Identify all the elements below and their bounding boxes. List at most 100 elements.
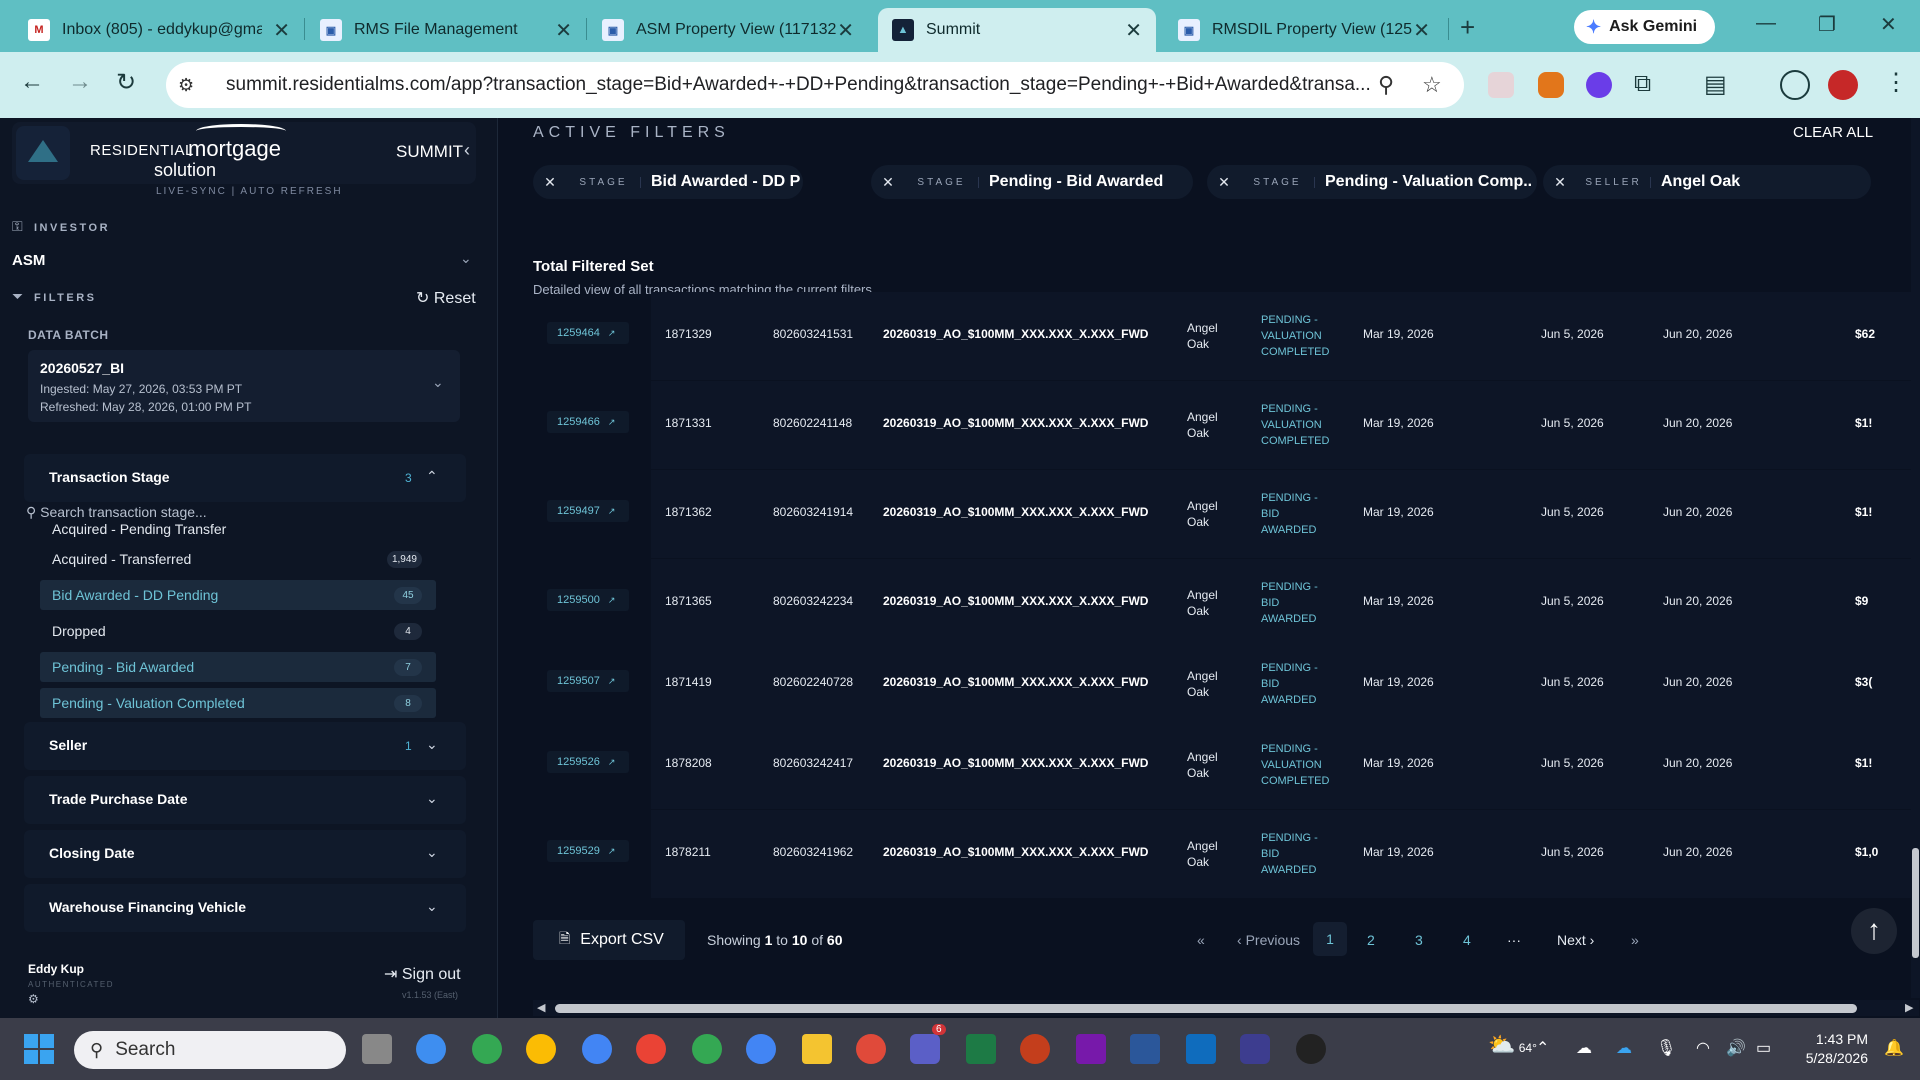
close-tab-icon[interactable]: ✕ <box>273 18 290 43</box>
table-row[interactable]: 1259500 ↗ 1871365 802603242234 20260319_AO_$… <box>533 559 1920 649</box>
transaction-id-link[interactable]: 1259464 ↗ <box>547 322 629 344</box>
transaction-id-link[interactable]: 1259529 ↗ <box>547 840 629 862</box>
next-page-button[interactable]: Next › <box>1557 932 1594 948</box>
export-csv-button[interactable]: 🗎 Export CSV <box>533 920 685 960</box>
taskbar-search[interactable]: ⚲ Search <box>74 1031 346 1069</box>
page-3-button[interactable]: 3 <box>1415 932 1423 948</box>
scrollbar-thumb[interactable] <box>555 1004 1857 1013</box>
close-tab-icon[interactable]: ✕ <box>837 18 854 43</box>
tab-search-icon[interactable]: ▤ <box>1704 70 1727 99</box>
chevron-down-icon[interactable]: ⌄ <box>426 844 438 861</box>
stage-item-acquired-transferred[interactable]: Acquired - Transferred 1,949 <box>40 544 436 574</box>
forward-icon[interactable]: → <box>68 68 92 96</box>
table-row[interactable]: 1259526 ↗ 1878208 802603242417 20260319_AO_$… <box>533 721 1920 811</box>
copilot-icon[interactable] <box>416 1034 446 1064</box>
onedrive-icon[interactable]: ☁ <box>1616 1038 1632 1058</box>
metamask-icon[interactable] <box>1538 72 1564 98</box>
outlook-icon[interactable] <box>1186 1034 1216 1064</box>
investor-select[interactable]: ASM <box>12 252 45 269</box>
table-row[interactable]: 1259497 ↗ 1871362 802603241914 20260319_AO_$… <box>533 470 1920 560</box>
clock[interactable]: 1:43 PM 5/28/2026 <box>1798 1030 1868 1068</box>
transaction-stage-panel[interactable]: Transaction Stage 3 ⌃ <box>24 454 466 502</box>
chrome-icon[interactable] <box>692 1034 722 1064</box>
clear-all-button[interactable]: CLEAR ALL <box>1793 124 1873 141</box>
stage-item-pending-valuation-completed[interactable]: Pending - Valuation Completed 8 <box>40 688 436 718</box>
chrome-icon[interactable] <box>526 1034 556 1064</box>
remove-filter-icon[interactable]: ✕ <box>1207 174 1241 191</box>
collapse-sidebar-icon[interactable]: ‹ <box>464 140 470 161</box>
onedrive-icon[interactable]: ☁ <box>1576 1038 1592 1058</box>
scroll-right-icon[interactable]: ▶ <box>1905 1001 1913 1014</box>
restore-icon[interactable]: ❐ <box>1818 12 1836 37</box>
extensions-puzzle-icon[interactable]: ⧉ <box>1634 70 1651 98</box>
close-tab-icon[interactable]: ✕ <box>555 18 572 43</box>
chevron-down-icon[interactable]: ⌄ <box>460 250 472 267</box>
extension-icon[interactable] <box>1488 72 1514 98</box>
stage-item-bid-awarded-dd-pending[interactable]: Bid Awarded - DD Pending 45 <box>40 580 436 610</box>
scrollbar-thumb[interactable] <box>1912 848 1919 958</box>
last-page-button[interactable]: » <box>1631 932 1639 948</box>
table-row[interactable]: 1259466 ↗ 1871331 802602241148 20260319_AO_$… <box>533 381 1920 471</box>
scroll-left-icon[interactable]: ◀ <box>537 1001 545 1014</box>
tab-asm-property-view[interactable]: ▣ ASM Property View (1171329) ✕ <box>588 8 868 52</box>
transaction-id-link[interactable]: 1259500 ↗ <box>547 589 629 611</box>
remove-filter-icon[interactable]: ✕ <box>533 174 567 191</box>
file-explorer-icon[interactable] <box>802 1034 832 1064</box>
chrome-icon[interactable] <box>472 1034 502 1064</box>
url-bar[interactable]: ⚙ summit.residentialms.com/app?transacti… <box>166 62 1464 108</box>
bookmark-star-icon[interactable]: ☆ <box>1422 72 1442 98</box>
task-view-icon[interactable] <box>362 1034 392 1064</box>
tab-rms-file-management[interactable]: ▣ RMS File Management ✕ <box>306 8 586 52</box>
transaction-id-link[interactable]: 1259466 ↗ <box>547 411 629 433</box>
transaction-id-link[interactable]: 1259497 ↗ <box>547 500 629 522</box>
remove-filter-icon[interactable]: ✕ <box>1543 174 1577 191</box>
chrome-icon[interactable] <box>582 1034 612 1064</box>
vertical-scrollbar[interactable] <box>1911 118 1920 998</box>
closing-date-panel[interactable]: Closing Date ⌄ <box>24 830 466 878</box>
stage-item-pending-bid-awarded[interactable]: Pending - Bid Awarded 7 <box>40 652 436 682</box>
transaction-id-link[interactable]: 1259507 ↗ <box>547 670 629 692</box>
trade-purchase-date-panel[interactable]: Trade Purchase Date ⌄ <box>24 776 466 824</box>
volume-icon[interactable]: 🔊 <box>1726 1038 1746 1058</box>
settings-gear-icon[interactable]: ⚙ <box>28 992 39 1006</box>
chrome-icon[interactable] <box>746 1034 776 1064</box>
teams-icon[interactable]: 6 <box>910 1024 946 1064</box>
remove-filter-icon[interactable]: ✕ <box>871 174 905 191</box>
word-icon[interactable] <box>1130 1034 1160 1064</box>
table-row[interactable]: 1259464 ↗ 1871329 802603241531 20260319_AO_$… <box>533 292 1920 382</box>
powerpoint-icon[interactable] <box>1020 1034 1050 1064</box>
new-tab-button[interactable]: + <box>1460 12 1475 43</box>
microphone-icon[interactable]: 🎙 <box>1656 1038 1676 1058</box>
tab-rmsdil-property-view[interactable]: ▣ RMSDIL Property View (1259 ✕ <box>1164 8 1444 52</box>
tab-summit[interactable]: ▲ Summit ✕ <box>878 8 1156 52</box>
horizontal-scrollbar[interactable]: ◀ ▶ <box>533 1000 1919 1016</box>
chevron-down-icon[interactable]: ⌄ <box>426 898 438 915</box>
chevron-down-icon[interactable]: ⌄ <box>426 790 438 807</box>
previous-page-button[interactable]: ‹ Previous <box>1237 932 1300 948</box>
chevron-down-icon[interactable]: ⌄ <box>426 736 438 753</box>
menu-kebab-icon[interactable]: ⋮ <box>1884 68 1908 97</box>
battery-icon[interactable]: ▭ <box>1756 1038 1771 1058</box>
weather-widget[interactable]: ⛅ 64° <box>1488 1032 1537 1058</box>
scroll-to-top-button[interactable]: ↑ <box>1851 908 1897 954</box>
avatar[interactable] <box>1828 70 1858 100</box>
app-icon[interactable] <box>856 1034 886 1064</box>
onenote-icon[interactable] <box>1076 1034 1106 1064</box>
zoom-icon[interactable]: ⚲ <box>1378 72 1394 98</box>
settings-gear-icon[interactable] <box>1296 1034 1326 1064</box>
table-row[interactable]: 1259529 ↗ 1878211 802603241962 20260319_AO_$… <box>533 810 1920 900</box>
back-icon[interactable]: ← <box>20 68 44 96</box>
warehouse-financing-vehicle-panel[interactable]: Warehouse Financing Vehicle ⌄ <box>24 884 466 932</box>
chevron-up-icon[interactable]: ⌃ <box>426 468 438 485</box>
windows-start-icon[interactable] <box>24 1034 54 1064</box>
page-2-button[interactable]: 2 <box>1367 932 1375 948</box>
stage-item-dropped[interactable]: Dropped 4 <box>40 616 436 646</box>
chevron-up-icon[interactable]: ⌃ <box>1536 1038 1549 1058</box>
app-icon[interactable] <box>1240 1034 1270 1064</box>
page-1-button[interactable]: 1 <box>1313 922 1347 956</box>
sign-out-button[interactable]: ⇥ Sign out <box>384 964 461 984</box>
download-icon[interactable] <box>1780 70 1810 100</box>
seller-panel[interactable]: Seller 1 ⌄ <box>24 722 466 770</box>
tab-inbox[interactable]: M Inbox (805) - eddykup@gmail.com ✕ <box>14 8 304 52</box>
ask-gemini-button[interactable]: ✦ Ask Gemini <box>1574 10 1716 44</box>
